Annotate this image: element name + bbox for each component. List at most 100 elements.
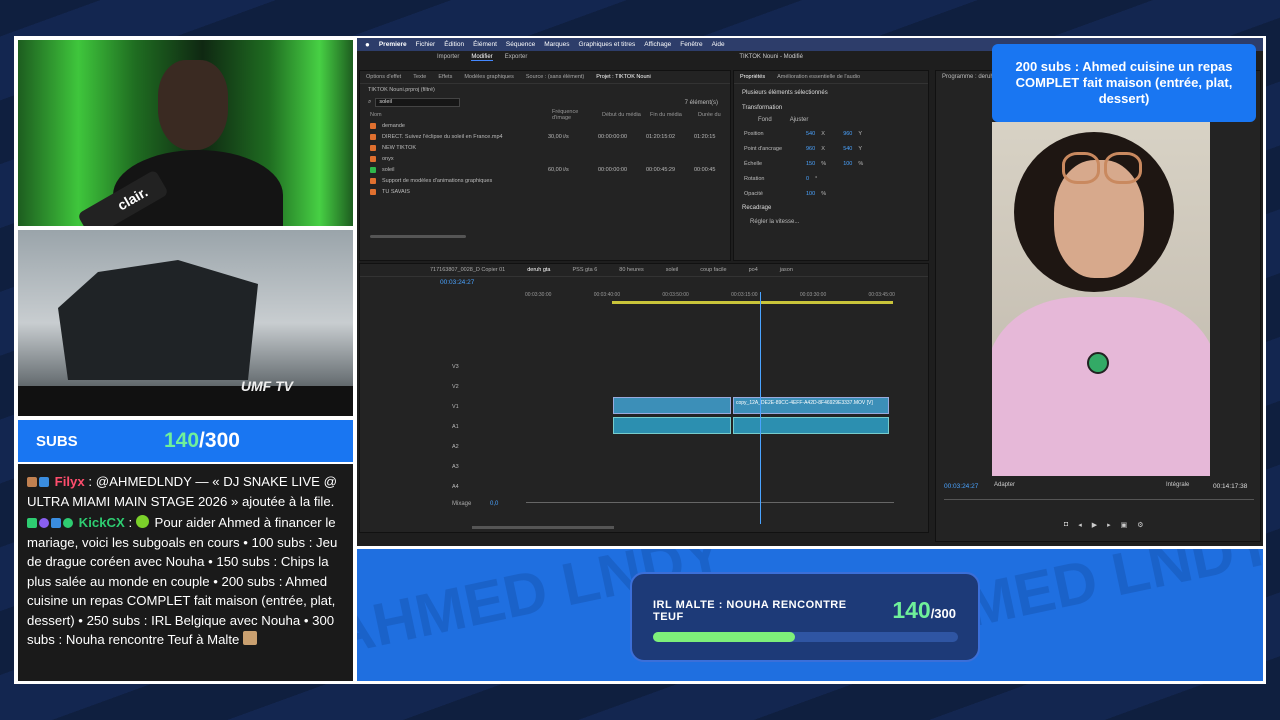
transport-controls: ◘ ◂ ▶ ▸ ▣ ⚙ [1064,521,1144,529]
file-fps: 60,00 i/s [548,166,569,173]
file-duration: 01:20:15 [694,133,716,140]
step-back-icon[interactable]: ◂ [1078,521,1082,529]
file-row[interactable]: onyx [360,153,730,164]
props-section[interactable]: Transformation [734,102,928,114]
track-header[interactable]: A4 [452,484,459,490]
menu-item[interactable]: Fichier [416,41,436,48]
goal-total: /300 [930,606,956,621]
track-header[interactable]: V3 [452,364,459,370]
file-row[interactable]: NEW TIKTOK [360,142,730,153]
tab-audio[interactable]: Amélioration essentielle de l'audio [777,74,860,80]
prop-value[interactable]: 540 [806,131,815,137]
menu-item[interactable]: Élément [473,41,497,48]
fit-select[interactable]: Adapter [994,482,1015,488]
tab-effect-options[interactable]: Options d'effet [366,74,401,80]
camera-icon[interactable]: ◘ [1064,521,1068,529]
tab-properties[interactable]: Propriétés [740,74,765,80]
tab-graphics[interactable]: Modèles graphiques [464,74,514,80]
lav-mic [1087,352,1109,374]
search-input[interactable]: soleil [375,98,461,107]
chat-username[interactable]: KickCX [79,515,125,530]
sequence-tab[interactable]: PSS gta 6 [572,267,597,273]
col-duration[interactable]: Durée du [698,112,721,118]
playhead[interactable] [760,292,761,524]
scrollbar[interactable] [370,235,466,238]
audio-clip[interactable] [613,417,731,434]
prop-value[interactable]: 540 [843,146,852,152]
video-clip[interactable] [613,397,731,414]
tab-project[interactable]: Projet : TIKTOK Nouni [596,74,651,80]
sequence-tab[interactable]: soleil [666,267,679,273]
clip-name: copy_12A_DE2E-89CC-4EFF-A42D-8F46929E333… [736,400,873,406]
track-header[interactable]: A2 [452,444,459,450]
track-header[interactable]: A1 [452,424,459,430]
menu-item[interactable]: Séquence [506,41,535,48]
menu-item[interactable]: Premiere [379,41,407,48]
step-forward-icon[interactable]: ▸ [1107,521,1111,529]
speed-button[interactable]: Régler la vitesse... [734,215,928,229]
mode-import[interactable]: Importer [437,54,459,60]
menu-item[interactable]: Fenêtre [680,41,702,48]
play-icon[interactable]: ▶ [1092,521,1097,529]
mode-edit[interactable]: Modifier [471,54,493,61]
menu-item[interactable]: Graphiques et titres [579,41,636,48]
program-scrubber[interactable] [944,499,1254,500]
sequence-tab[interactable]: coup facile [700,267,726,273]
prop-label: Échelle [744,160,763,167]
tab-effects[interactable]: Effets [438,74,452,80]
prop-row: Opacité 100% [734,186,928,201]
file-row[interactable]: soleil 60,00 i/s 00:00:00:00 00:00:45:29 00:… [360,164,730,175]
quality-select[interactable]: Intégrale [1166,482,1189,488]
label-color-swatch [370,155,376,162]
emote-icon [135,515,149,528]
mode-export[interactable]: Exporter [505,54,528,60]
sequence-tab[interactable]: 717163807_0028_D Copier 01 [430,267,505,273]
col-name[interactable]: Nom [370,112,546,118]
menu-item[interactable]: Aide [712,41,725,48]
tab-text[interactable]: Texte [413,74,426,80]
sequence-tab[interactable]: jason [780,267,793,273]
fit-fill[interactable]: Fond [758,117,772,123]
prop-value[interactable]: 100 [843,161,852,167]
file-name: Support de modèles d'animations graphiqu… [382,177,493,184]
prop-value[interactable]: 960 [843,131,852,137]
file-row[interactable]: demande [360,120,730,131]
file-row[interactable]: DIRECT. Suivez l'éclipse du soleil en Fr… [360,131,730,142]
menu-item[interactable]: Édition [444,41,464,48]
stage-video: UMF TV [18,230,353,416]
track-header[interactable]: V1 [452,404,459,410]
sequence-tab[interactable]: po4 [749,267,758,273]
mix-value[interactable]: 0,0 [490,501,498,507]
tab-source[interactable]: Source : (sans élément) [526,74,584,80]
work-area-bar[interactable] [612,301,893,304]
prop-value[interactable]: 150 [806,161,815,167]
menu-item[interactable]: Marques [544,41,569,48]
sequence-tab[interactable]: 80 heures [619,267,643,273]
col-end[interactable]: Fin du média [650,112,692,118]
h-scrollbar[interactable] [472,526,614,529]
export-frame-icon[interactable]: ▣ [1121,521,1128,529]
tier-badge-icon [39,518,49,528]
project-panel: Options d'effet Texte Effets Modèles gra… [359,70,731,261]
ruler-tick-label: 00:03:15:00 [731,292,758,298]
fit-adjust[interactable]: Ajuster [790,117,809,123]
audio-clip-main[interactable] [733,417,889,434]
timeline-ruler[interactable]: 00:03:30:00 00:03:40:00 00:03:50:00 00:03:1… [525,292,895,300]
prop-value[interactable]: 0 [806,176,809,182]
apple-icon[interactable]: ● [365,40,370,49]
menu-item[interactable]: Affichage [644,41,671,48]
chat-username[interactable]: Filyx [55,474,85,489]
prop-value[interactable]: 960 [806,146,815,152]
prop-row: Rotation 0 ° [734,171,928,186]
sequence-tab[interactable]: deruh gta [527,267,550,273]
track-header[interactable]: V2 [452,384,459,390]
track-header[interactable]: A3 [452,464,459,470]
props-section-crop[interactable]: Recadrage [734,201,928,215]
file-row[interactable]: TU SAVAIS [360,186,730,197]
file-row[interactable]: Support de modèles d'animations graphiqu… [360,175,730,186]
col-fps[interactable]: Fréquence d'image [552,109,596,121]
settings-icon[interactable]: ⚙ [1137,521,1143,529]
col-start[interactable]: Début du média [602,112,644,118]
prop-value[interactable]: 100 [806,191,815,197]
video-clip-main[interactable]: copy_12A_DE2E-89CC-4EFF-A42D-8F46929E333… [733,397,889,414]
